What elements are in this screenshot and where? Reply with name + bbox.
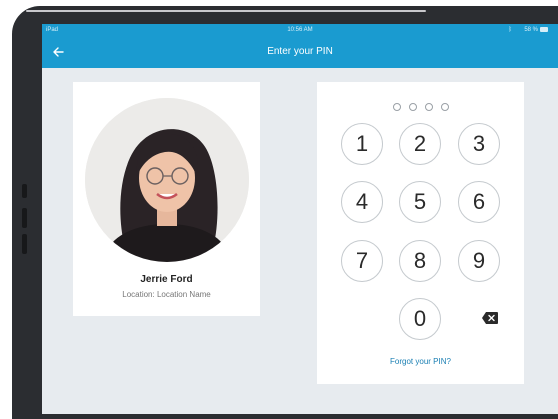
device-edge [26,10,426,12]
key-5[interactable]: 5 [399,181,441,223]
side-button [22,208,27,228]
battery-label: 58 % [524,27,538,34]
bluetooth-icon: ᛒ [508,27,512,33]
side-button [22,184,27,198]
nav-bar: Enter your PIN [42,38,558,68]
key-9[interactable]: 9 [458,240,500,282]
status-battery: 58 % [524,27,548,33]
ipad-frame: iPad 10:56 AM ᛒ 58 % Enter your PIN Jerr… [12,6,558,419]
key-6[interactable]: 6 [458,181,500,223]
status-time: 10:56 AM [287,27,313,33]
backspace-icon [482,312,498,324]
key-1[interactable]: 1 [341,123,383,165]
key-4[interactable]: 4 [341,181,383,223]
key-8[interactable]: 8 [399,240,441,282]
forgot-pin-link[interactable]: Forgot your PIN? [317,357,524,366]
status-bar: iPad 10:56 AM ᛒ 58 % [42,24,558,38]
profile-card: Jerrie Ford Location: Location Name [73,82,260,316]
pin-card: 1 2 3 4 5 6 7 8 9 0 Forgot your PIN? [317,82,524,384]
screen: iPad 10:56 AM ᛒ 58 % Enter your PIN Jerr… [42,24,558,414]
side-button [22,234,27,254]
backspace-button[interactable] [481,311,499,325]
key-3[interactable]: 3 [458,123,500,165]
pin-dot [424,103,433,111]
user-name: Jerrie Ford [140,274,193,285]
pin-dot [392,103,401,111]
page-title: Enter your PIN [267,46,333,57]
key-7[interactable]: 7 [341,240,383,282]
pin-dot [408,103,417,111]
avatar-photo [85,98,249,262]
battery-icon [540,27,548,32]
pin-dot [440,103,449,111]
avatar [85,98,249,262]
pin-indicator [317,98,524,116]
key-2[interactable]: 2 [399,123,441,165]
user-location: Location: Location Name [122,290,211,299]
key-0[interactable]: 0 [399,298,441,340]
